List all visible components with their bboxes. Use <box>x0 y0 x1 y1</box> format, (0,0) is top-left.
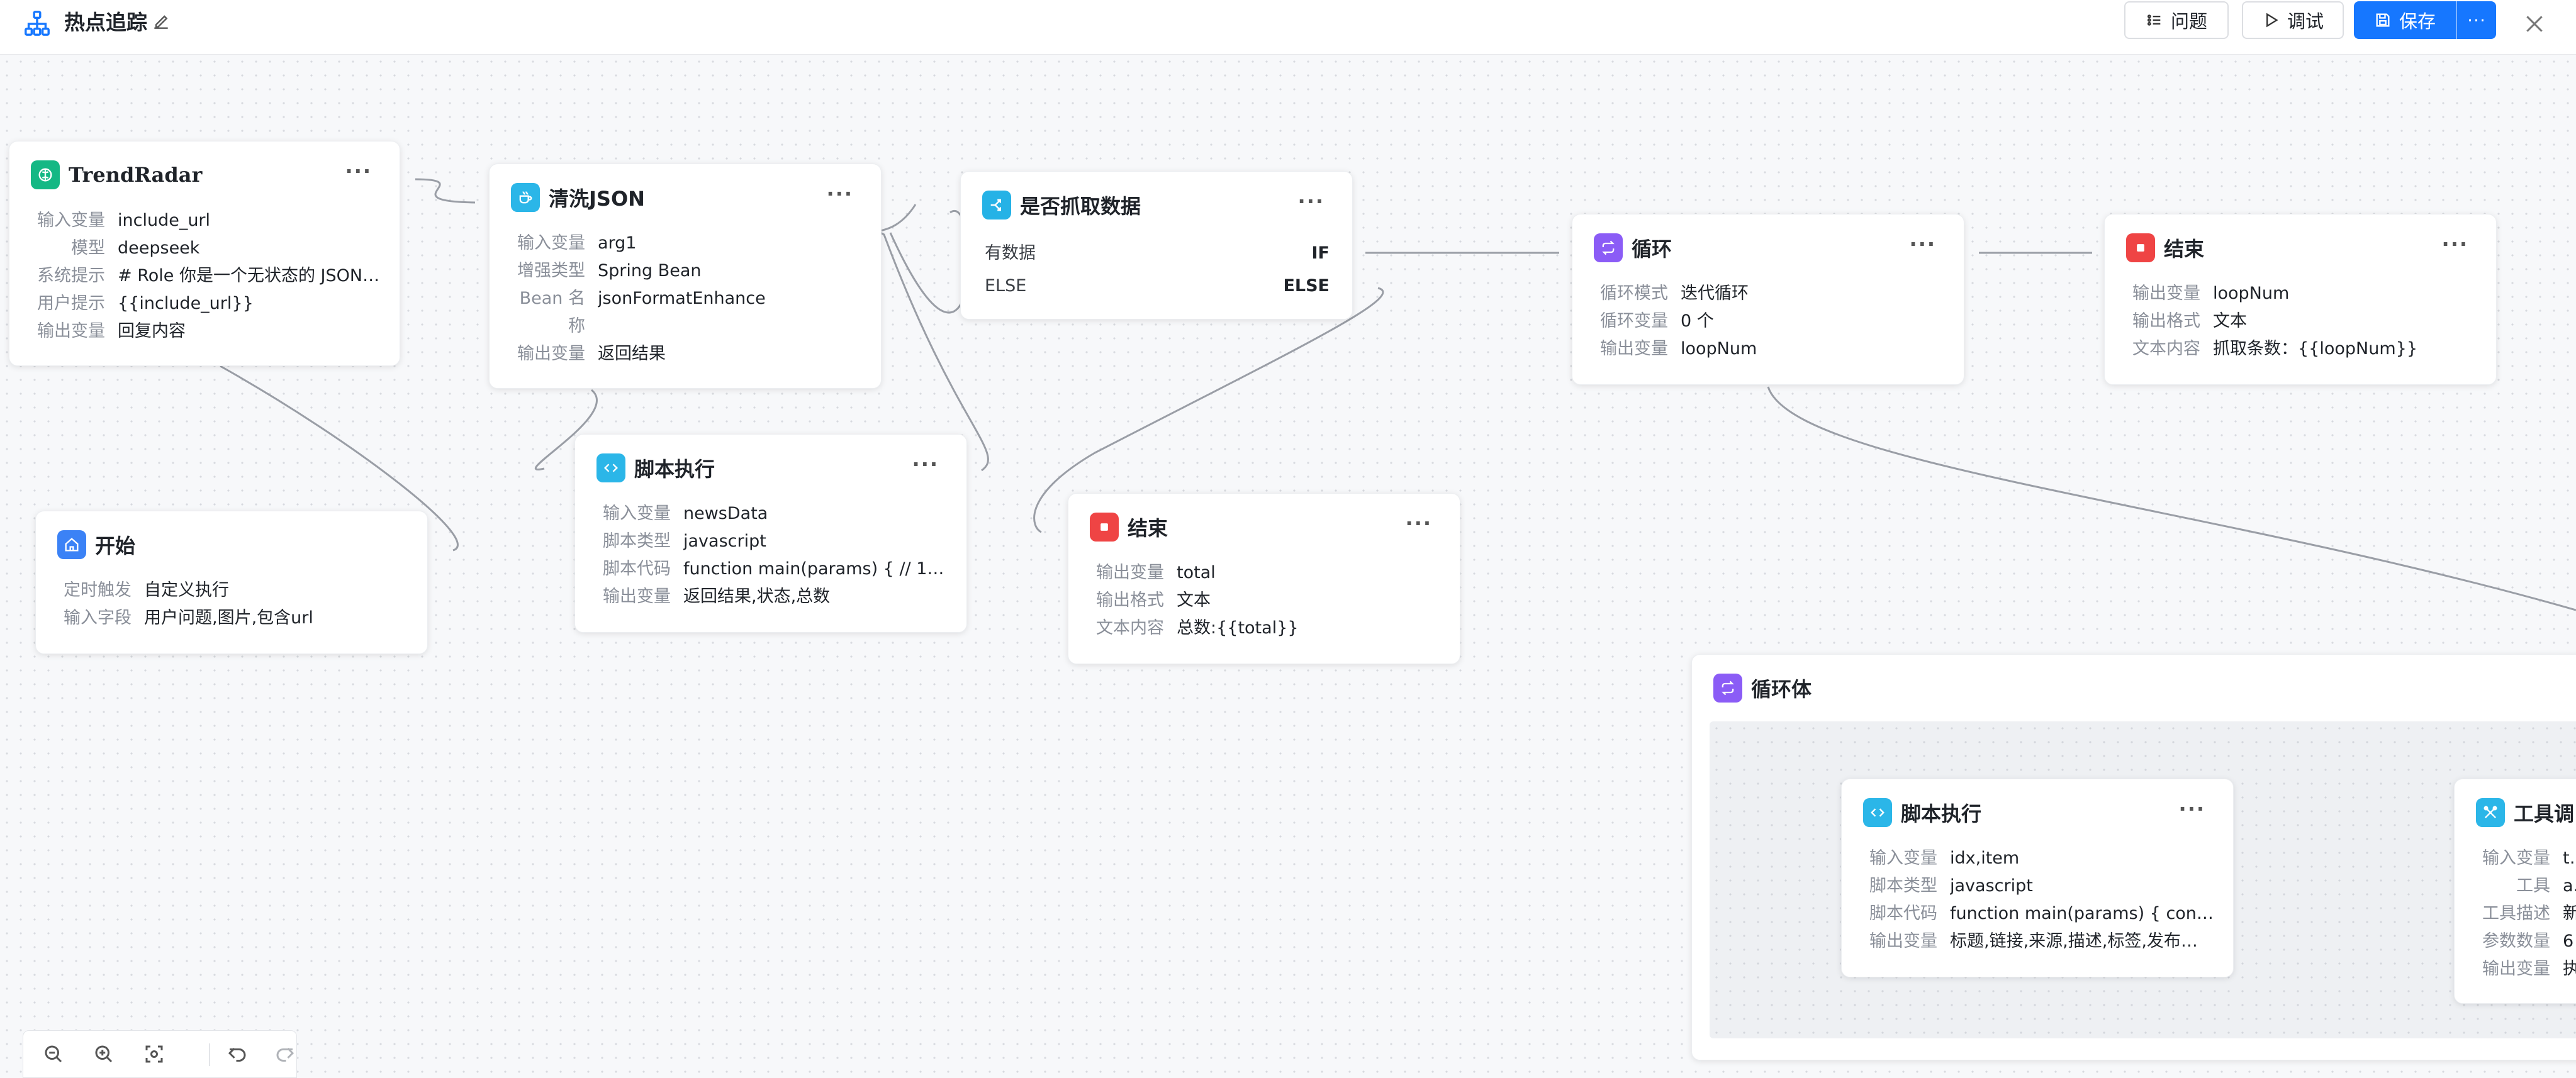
node-row: 输出变量执 <box>2482 959 2576 979</box>
node-end-mid[interactable]: 结束 ··· 输出变量 total 输出格式 文本 文本内容 总数:{{total}} <box>1068 493 1460 664</box>
save-label: 保存 <box>2399 11 2436 32</box>
loop-icon <box>1713 674 1742 703</box>
debug-button[interactable]: 调试 <box>2242 1 2344 39</box>
save-button[interactable]: 保存 <box>2354 1 2456 39</box>
condition-row-else: ELSE ELSE <box>985 276 1330 296</box>
node-more-icon[interactable]: ··· <box>2179 797 2205 821</box>
node-row: 脚本类型 javascript <box>1869 876 2033 896</box>
undo-icon[interactable] <box>226 1043 249 1065</box>
brain-icon <box>31 160 60 189</box>
node-tool-call[interactable]: 工具调 输入变量tit 工具ac 工具描述新 参数数量6 输出变量执 <box>2454 779 2576 1004</box>
node-title: 是否抓取数据 <box>1020 194 1141 218</box>
node-more-icon[interactable]: ··· <box>1406 511 1432 535</box>
stop-icon <box>1090 513 1119 542</box>
node-more-icon[interactable]: ··· <box>2442 232 2468 256</box>
page-title: 热点追踪 <box>64 10 147 35</box>
node-row: 循环模式 迭代循环 <box>1600 284 1749 303</box>
node-title: 脚本执行 <box>1901 802 1982 826</box>
node-script-inner[interactable]: 脚本执行 ··· 输入变量 idx,item 脚本类型 javascript 脚本代… <box>1841 779 2234 977</box>
node-more-icon[interactable]: ··· <box>827 182 853 206</box>
canvas-toolbar <box>23 1030 297 1078</box>
node-row: 输出变量 标题,链接,来源,描述,标签,发布… <box>1869 931 2198 951</box>
tool-icon <box>2476 798 2505 827</box>
zoom-out-icon[interactable] <box>42 1043 65 1065</box>
issues-button[interactable]: 问题 <box>2124 1 2229 39</box>
node-title: 脚本执行 <box>634 457 715 481</box>
node-row: 输出变量 返回结果 <box>517 344 666 364</box>
node-title: TrendRadar <box>69 163 203 187</box>
node-row: 输出变量 返回结果,状态,总数 <box>603 587 831 606</box>
node-row: 系统提示 # Role 你是一个无状态的 JSON… <box>37 266 380 286</box>
loop-icon <box>1594 233 1623 262</box>
workflow-icon <box>25 11 50 36</box>
node-row: 称 <box>568 316 585 336</box>
node-row: 定时触发 自定义执行 <box>64 581 229 600</box>
node-clean-json[interactable]: 清洗JSON ··· 输入变量 arg1 增强类型 Spring Bean Bean… <box>489 164 882 389</box>
node-row: 输出格式 文本 <box>1096 591 1211 610</box>
code-icon <box>596 453 625 482</box>
node-row: 文本内容 总数:{{total}} <box>1096 618 1299 638</box>
node-row: 文本内容 抓取条数：{{loopNum}} <box>2132 339 2418 358</box>
node-row: 输出变量 loopNum <box>2132 284 2290 303</box>
node-row: 循环变量 0 个 <box>1600 311 1714 331</box>
node-row: Bean 名 jsonFormatEnhance <box>519 289 766 308</box>
node-row: 参数数量 6 <box>2482 931 2574 951</box>
condition-row-if: 有数据 IF <box>985 243 1330 263</box>
save-button-group: 保存 ··· <box>2354 1 2496 39</box>
node-row: 输入变量 arg1 <box>517 233 637 253</box>
redo-icon[interactable] <box>274 1043 296 1065</box>
node-row: 输出格式 文本 <box>2132 311 2247 331</box>
node-title: 结束 <box>2164 237 2205 261</box>
stop-icon <box>2126 233 2155 262</box>
node-row: 输入变量 newsData <box>603 504 768 523</box>
node-row: 脚本代码 function main(params) { // 1. 这… <box>603 559 948 579</box>
node-row: 输入变量 idx,item <box>1869 848 2020 868</box>
toolbar-divider <box>209 1043 210 1066</box>
play-icon <box>2266 13 2278 28</box>
code-icon <box>1863 798 1892 827</box>
node-script-mid[interactable]: 脚本执行 ··· 输入变量 newsData 脚本类型 javascript 脚本代… <box>574 434 967 633</box>
node-row: 增强类型 Spring Bean <box>517 261 702 281</box>
node-title: 工具调 <box>2514 802 2575 826</box>
node-more-icon[interactable]: ··· <box>1910 232 1936 256</box>
branch-icon <box>982 191 1011 219</box>
node-title: 循环体 <box>1751 677 1812 701</box>
node-row: 模型 deepseek <box>71 238 200 258</box>
save-icon <box>2376 13 2390 27</box>
node-row: 工具描述新 <box>2482 904 2576 923</box>
fit-view-icon[interactable] <box>143 1043 165 1065</box>
node-row: 输入字段 用户问题,图片,包含url <box>64 608 313 628</box>
close-icon[interactable] <box>2522 11 2547 36</box>
home-icon <box>57 530 86 559</box>
node-loop[interactable]: 循环 ··· 循环模式 迭代循环 循环变量 0 个 输出变量 loopNum <box>1572 214 1964 385</box>
node-row: 工具ac <box>2516 876 2576 896</box>
node-title: 开始 <box>95 534 136 558</box>
node-trendradar[interactable]: TrendRadar ··· 输入变量 include_url 模型 deepsee… <box>9 141 400 366</box>
node-row: 脚本类型 javascript <box>603 531 766 551</box>
node-row: 输出变量 回复内容 <box>37 321 186 341</box>
node-row: 用户提示 {{include_url}} <box>37 294 254 313</box>
node-row: 输入变量tit <box>2482 848 2576 868</box>
node-row: 输出变量 total <box>1096 563 1216 582</box>
node-title: 清洗JSON <box>549 187 645 211</box>
node-more-icon[interactable]: ··· <box>345 159 372 183</box>
node-title: 结束 <box>1128 516 1168 540</box>
issue-list-icon <box>2147 14 2161 26</box>
node-more-icon[interactable]: ··· <box>912 452 939 476</box>
issues-label: 问题 <box>2170 11 2207 32</box>
node-start[interactable]: 开始 定时触发 自定义执行 输入字段 用户问题,图片,包含url <box>35 511 428 654</box>
node-row: 输入变量 include_url <box>37 211 211 230</box>
node-more-icon[interactable]: ··· <box>1298 189 1324 213</box>
node-end-top[interactable]: 结束 ··· 输出变量 loopNum 输出格式 文本 文本内容 抓取条数：{{loo… <box>2104 214 2497 385</box>
node-title: 循环 <box>1632 237 1672 261</box>
node-row: 脚本代码 function main(params) { const … <box>1869 904 2214 923</box>
header-bar: 热点追踪 问题 调试 保存 ··· <box>0 0 2576 55</box>
edit-icon[interactable] <box>151 11 171 31</box>
coffee-icon <box>511 183 540 212</box>
node-condition[interactable]: 是否抓取数据 ··· 有数据 IF ELSE ELSE <box>960 171 1353 320</box>
zoom-in-icon[interactable] <box>92 1043 115 1065</box>
debug-label: 调试 <box>2287 11 2324 32</box>
save-more-button[interactable]: ··· <box>2456 1 2496 39</box>
node-row: 输出变量 loopNum <box>1600 339 1757 358</box>
